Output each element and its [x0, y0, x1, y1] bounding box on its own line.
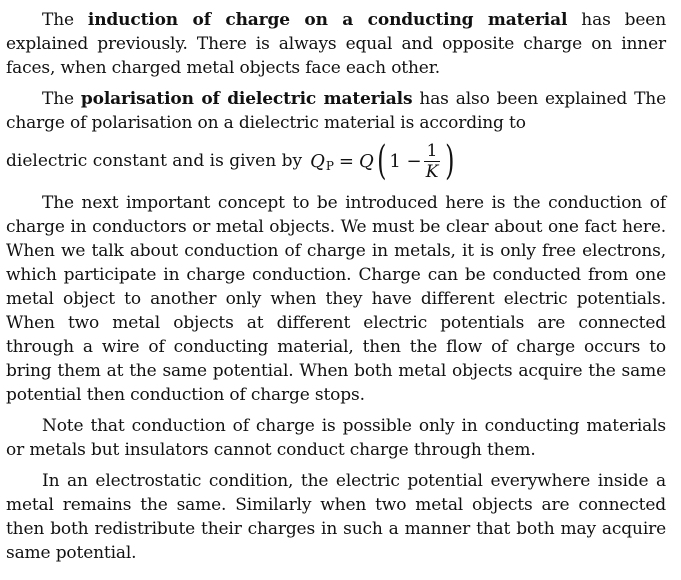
paragraph-insulators-note: Note that conduction of charge is possib… — [6, 416, 666, 460]
formula-fraction: 1 K — [423, 141, 441, 182]
fraction-denominator: K — [425, 161, 439, 182]
paragraph-polarisation: The polarisation of dielectric materials… — [6, 87, 666, 135]
fraction-numerator: 1 — [423, 141, 441, 162]
formula-one-minus: 1 − — [389, 150, 422, 172]
formula-q2: Q — [359, 150, 374, 172]
para2-lead: The — [42, 89, 81, 109]
term-polarisation: polarisation of dielectric materials — [80, 89, 413, 109]
formula-left-paren: ( — [376, 138, 387, 184]
paragraph-induction: The induction of charge on a conducting … — [6, 8, 666, 80]
equation-intro-text: dielectric constant and is given by — [6, 151, 303, 171]
para1-lead: The — [42, 10, 88, 30]
term-induction: induction of charge on a conducting mate… — [87, 10, 568, 30]
polarisation-formula: QP = Q ( 1 − 1 K ) — [310, 141, 458, 182]
formula-subscript: P — [325, 159, 334, 173]
equation-line: dielectric constant and is given by QP =… — [6, 137, 666, 185]
document-page: The induction of charge on a conducting … — [0, 0, 681, 580]
formula-equals: = — [338, 150, 354, 172]
formula-right-paren: ) — [445, 138, 455, 184]
formula-q: Q — [310, 150, 325, 172]
paragraph-conduction: The next important concept to be introdu… — [6, 193, 666, 405]
paragraph-electrostatic: In an electrostatic condition, the elect… — [6, 471, 666, 563]
